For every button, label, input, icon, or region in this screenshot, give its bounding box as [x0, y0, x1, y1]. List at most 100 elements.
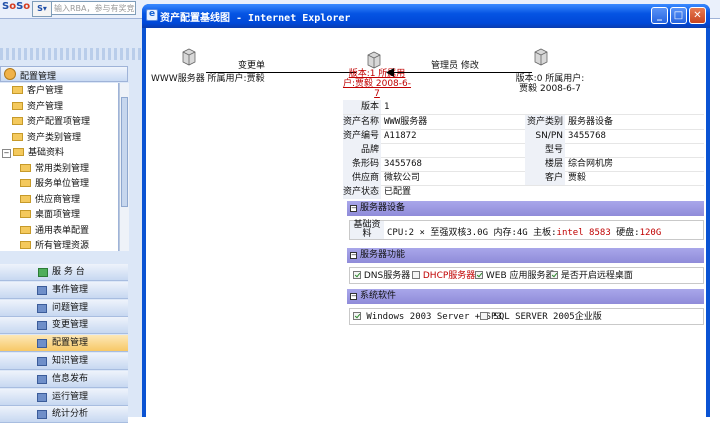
nav-item-label: 运行管理	[52, 391, 89, 402]
checkbox[interactable]	[550, 271, 558, 279]
minimize-button[interactable]: _	[651, 7, 668, 24]
collapse-icon[interactable]: −	[350, 293, 357, 300]
table-row: 资产状态 已配置	[343, 185, 704, 199]
nav-item[interactable]: 变更管理	[0, 317, 128, 335]
hardware-board: intel 8583	[556, 228, 611, 238]
edge-label-admin: 管理员 修改	[431, 61, 479, 71]
scrollbar-thumb[interactable]	[121, 97, 128, 207]
graph-edge-right	[392, 72, 532, 73]
checkbox[interactable]	[475, 271, 483, 279]
collapse-icon[interactable]: −	[2, 149, 11, 158]
user-icon	[4, 68, 16, 80]
nav-item[interactable]: 配置管理	[0, 335, 128, 353]
field-label: 供应商	[343, 171, 381, 185]
checkbox-dhcp[interactable]: DHCP服务器	[412, 270, 475, 282]
checkbox-web[interactable]: WEB 应用服务器	[475, 270, 555, 282]
nav-item-label: 变更管理	[52, 320, 89, 331]
function-row: DNS服务器 DHCP服务器 WEB 应用服务器 是否开启远程桌面	[349, 267, 704, 284]
folder-icon	[20, 210, 31, 218]
folder-icon	[13, 148, 24, 156]
baseline-node-left[interactable]: WWW服务器 所属用户:贾毅	[151, 74, 265, 84]
checkbox-remote-desktop[interactable]: 是否开启远程桌面	[550, 270, 633, 282]
collapse-icon[interactable]: −	[350, 205, 357, 212]
checkbox-dns[interactable]: DNS服务器	[353, 270, 410, 282]
folder-icon	[12, 86, 23, 94]
sidebar-panel-header[interactable]: 配置管理	[0, 66, 128, 82]
baseline-node-right[interactable]: 版本:0 所属用户: 贾毅 2008-6-7	[508, 74, 592, 94]
search-input[interactable]: 输入RBA，参与有奖竞猜	[51, 1, 136, 15]
field-label: 资产编号	[343, 129, 381, 143]
nav-item[interactable]: 知识管理	[0, 353, 128, 370]
node-line: 版本:1 所属用	[348, 69, 406, 79]
tree-item[interactable]: 资产类别管理	[12, 131, 81, 146]
section-software-header[interactable]: − 系统软件	[347, 289, 704, 304]
tree-item-label: 通用表单配置	[35, 225, 90, 236]
checkbox-sqlserver[interactable]: SQL SERVER 2005企业版	[480, 311, 602, 323]
hardware-spec: CPU:2 × 至强双核3.0G 内存:4G 主板:intel 8583 硬盘:…	[387, 225, 661, 238]
nav-item[interactable]: 问题管理	[0, 299, 128, 317]
tree-item[interactable]: 通用表单配置	[20, 224, 89, 239]
asset-number-value: A11872	[384, 131, 417, 141]
tree-item[interactable]: 服务单位管理	[20, 177, 89, 192]
tree-item-label: 客户管理	[27, 86, 64, 96]
field-label: 楼层	[525, 157, 565, 171]
config-icon	[37, 339, 47, 349]
section-title: 服务器功能	[360, 250, 406, 260]
nav-item[interactable]: 事件管理	[0, 281, 128, 299]
dialog-titlebar[interactable]: e 资产配置基线图 - Internet Explorer _ □ ✕	[142, 4, 710, 28]
version-value: 1	[384, 102, 390, 112]
close-button[interactable]: ✕	[689, 7, 706, 24]
tree-item[interactable]: 资产配置项管理	[12, 115, 90, 130]
checkbox-label: WEB 应用服务器	[485, 271, 555, 281]
field-label: 客户	[525, 171, 565, 185]
tree-item[interactable]: 所有管理资源	[20, 239, 89, 251]
asset-name-value: WWW服务器	[384, 117, 428, 127]
section-hardware-header[interactable]: − 服务器设备	[347, 201, 704, 216]
sidebar-panel-title: 配置管理	[20, 72, 57, 82]
customer-value: 贾毅	[568, 173, 587, 183]
table-row: 品牌 型号	[343, 143, 704, 158]
server-icon	[367, 51, 381, 69]
maximize-button[interactable]: □	[670, 7, 687, 24]
hardware-disk-label: 硬盘:	[610, 228, 640, 238]
checkbox[interactable]	[353, 312, 361, 320]
table-row: 版本 1	[343, 100, 704, 115]
tree-item[interactable]: − 基础资料	[2, 146, 64, 161]
baseline-node-current[interactable]: 版本:1 所属用 户:贾毅 2008-6- 7	[341, 69, 413, 99]
sidebar-scrollbar[interactable]	[119, 83, 129, 251]
checkbox[interactable]	[480, 312, 488, 320]
field-label: 条形码	[343, 157, 381, 171]
operation-icon	[37, 392, 47, 402]
tree-item[interactable]: 客户管理	[12, 84, 63, 99]
field-label: 品牌	[343, 143, 381, 157]
hardware-spec-prefix: CPU:2 × 至强双核3.0G 内存:4G 主板:	[387, 228, 557, 238]
nav-item[interactable]: 信息发布	[0, 370, 128, 388]
software-row: Windows 2003 Server + SP3 SQL SERVER 200…	[349, 308, 704, 325]
nav-item-label: 事件管理	[52, 284, 89, 295]
soso-logo: SoSo	[2, 1, 31, 12]
tree-item[interactable]: 常用类别管理	[20, 162, 89, 177]
search-engine-button[interactable]: S▾	[32, 1, 52, 17]
tree-item-label: 所有管理资源	[35, 241, 90, 251]
supplier-value: 微软公司	[384, 173, 421, 183]
location-value: 综合网机房	[568, 159, 614, 169]
checkbox[interactable]	[412, 271, 420, 279]
nav-item[interactable]: 运行管理	[0, 388, 128, 406]
section-function-header[interactable]: − 服务器功能	[347, 248, 704, 263]
folder-icon	[12, 132, 23, 141]
nav-item[interactable]: 统计分析	[0, 406, 128, 423]
tree-item-label: 供应商管理	[35, 194, 81, 205]
brand-value	[381, 143, 521, 157]
node-line: 户:贾毅 2008-6-	[342, 79, 412, 89]
collapse-icon[interactable]: −	[350, 252, 357, 259]
checkbox[interactable]	[353, 271, 361, 279]
hardware-disk: 120G	[639, 228, 662, 238]
dialog-content: WWW服务器 所属用户:贾毅 变更单 版本:1 所属用 户:贾毅 2008-6-…	[146, 28, 706, 417]
tree-item[interactable]: 供应商管理	[20, 193, 80, 208]
nav-item[interactable]: 服 务 台	[0, 264, 128, 281]
tree-item[interactable]: 桌面项管理	[20, 208, 80, 223]
tree-item[interactable]: 资产管理	[12, 100, 63, 115]
tree-item-label: 服务单位管理	[35, 179, 90, 189]
hardware-detail-row: 基础资料 CPU:2 × 至强双核3.0G 内存:4G 主板:intel 858…	[349, 220, 704, 240]
nav-item-label: 知识管理	[52, 356, 89, 366]
